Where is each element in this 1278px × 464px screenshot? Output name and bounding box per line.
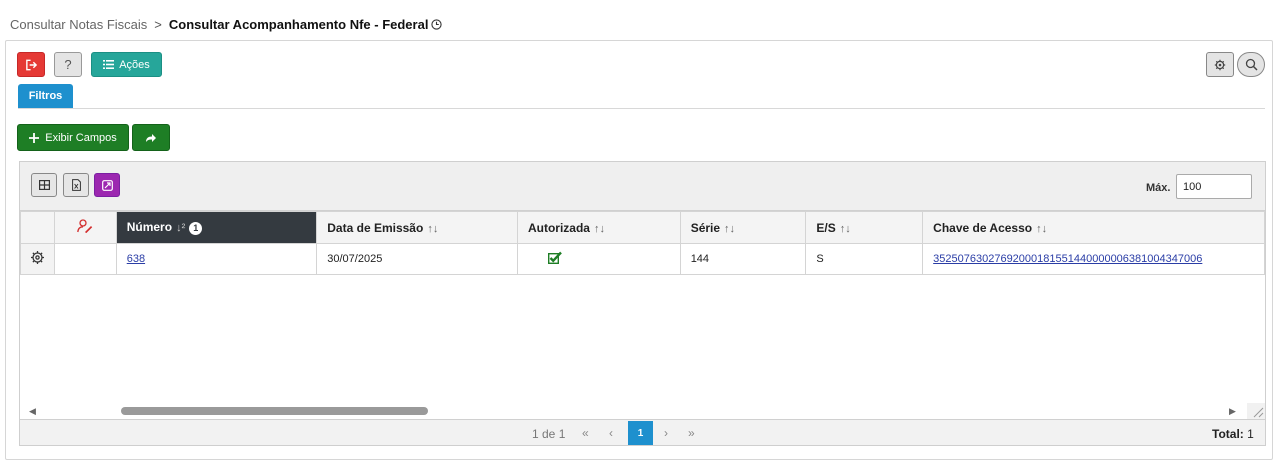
search-icon <box>1245 58 1258 71</box>
sort-icon[interactable]: ↑↓ <box>427 223 438 235</box>
header-es-label: E/S <box>816 220 836 235</box>
tab-filtros[interactable]: Filtros <box>18 84 73 108</box>
header-chave[interactable]: Chave de Acesso ↑↓ <box>922 211 1265 244</box>
scrollbar-thumb[interactable] <box>121 407 428 415</box>
header-actions <box>20 211 55 244</box>
pagination-bar: 1 de 1 « ‹ 1 › » Total: 1 <box>20 419 1265 445</box>
expand-button[interactable] <box>94 173 120 197</box>
total-value: 1 <box>1247 427 1254 441</box>
numero-link[interactable]: 638 <box>127 253 145 265</box>
gear-icon <box>1214 59 1226 70</box>
cell-serie: 144 <box>679 243 807 275</box>
search-button[interactable] <box>1237 52 1265 77</box>
list-icon <box>103 60 115 69</box>
column-layout-button[interactable] <box>31 173 57 197</box>
table-row: 638 30/07/2025 144 S 3525076302769200018… <box>20 243 1265 275</box>
scroll-left-icon[interactable]: ◀ <box>29 406 36 417</box>
sort-ascending-icon[interactable]: ↓² <box>176 222 185 234</box>
header-autorizada-label: Autorizada <box>527 220 590 235</box>
tab-divider <box>18 108 1265 109</box>
page-info: 1 de 1 <box>532 427 566 441</box>
exit-icon <box>25 59 37 70</box>
max-label: Máx. <box>1146 182 1171 194</box>
sort-icon[interactable]: ↑↓ <box>840 223 851 235</box>
current-page-button[interactable]: 1 <box>628 421 653 445</box>
export-excel-button[interactable] <box>63 173 89 197</box>
horizontal-scrollbar[interactable]: ◀ ▶ <box>20 403 1265 419</box>
acoes-button[interactable]: Ações <box>91 52 162 77</box>
cell-es: S <box>805 243 924 275</box>
sort-icon[interactable]: ↑↓ <box>594 223 605 235</box>
expand-icon <box>101 179 113 191</box>
header-serie-label: Série <box>690 220 721 235</box>
gear-icon[interactable] <box>30 250 45 265</box>
first-page-button[interactable]: « <box>582 426 589 440</box>
row-user-cell <box>53 243 117 275</box>
data-grid: Máx. Nú <box>19 161 1266 446</box>
share-icon <box>146 133 156 142</box>
header-chave-label: Chave de Acesso <box>933 220 1033 235</box>
sort-icon[interactable]: ↑↓ <box>724 223 735 235</box>
cell-data-emissao: 30/07/2025 <box>316 243 518 275</box>
total-label: Total: <box>1212 427 1244 441</box>
clock-icon[interactable] <box>431 19 443 30</box>
sort-order-badge: 1 <box>189 221 203 235</box>
share-button[interactable] <box>132 124 170 151</box>
acoes-label: Ações <box>119 58 150 71</box>
checked-checkbox-icon <box>547 251 562 265</box>
help-button[interactable]: ? <box>54 52 82 77</box>
header-numero-label: Número <box>126 220 173 235</box>
exit-button[interactable] <box>17 52 45 77</box>
header-user[interactable] <box>53 211 117 244</box>
sort-icon[interactable]: ↑↓ <box>1036 223 1047 235</box>
exibir-campos-label: Exibir Campos <box>45 131 117 144</box>
total-count: Total: 1 <box>1212 427 1254 441</box>
breadcrumb: Consultar Notas Fiscais > Consultar Acom… <box>10 17 443 32</box>
user-edit-icon <box>77 219 93 234</box>
prev-page-button[interactable]: ‹ <box>609 426 613 440</box>
breadcrumb-parent[interactable]: Consultar Notas Fiscais <box>10 17 147 32</box>
cell-autorizada <box>516 243 681 275</box>
header-data-emissao[interactable]: Data de Emissão ↑↓ <box>316 211 518 244</box>
main-panel: ? Ações Filtros Exibir Campos Máx. 100 N… <box>5 40 1273 460</box>
page-title: Consultar Acompanhamento Nfe - Federal <box>168 17 429 32</box>
chave-link[interactable]: 3525076302769200018155144000000638100434… <box>933 253 1202 265</box>
settings-button[interactable] <box>1206 52 1234 77</box>
grid-icon <box>38 180 50 190</box>
cell-chave: 3525076302769200018155144000000638100434… <box>922 243 1265 275</box>
last-page-button[interactable]: » <box>688 426 695 440</box>
header-numero[interactable]: Número ↓² 1 <box>115 211 318 244</box>
header-autorizada[interactable]: Autorizada ↑↓ <box>516 211 681 244</box>
header-es[interactable]: E/S ↑↓ <box>805 211 924 244</box>
next-page-button[interactable]: › <box>664 426 668 440</box>
breadcrumb-separator: > <box>154 17 162 32</box>
grid-toolbar: Máx. <box>20 162 1265 211</box>
cell-numero: 638 <box>115 243 318 275</box>
excel-file-icon <box>71 179 81 191</box>
max-input[interactable] <box>1176 174 1252 199</box>
table-header-row: Número ↓² 1 Data de Emissão ↑↓ Autorizada ↑↓… <box>20 211 1265 244</box>
resize-handle-icon[interactable] <box>1247 403 1265 419</box>
header-serie[interactable]: Série ↑↓ <box>679 211 807 244</box>
row-settings-cell[interactable] <box>20 243 55 275</box>
results-table: Número ↓² 1 Data de Emissão ↑↓ Autorizada ↑↓… <box>20 211 1265 275</box>
exibir-campos-button[interactable]: Exibir Campos <box>17 124 129 151</box>
header-data-emissao-label: Data de Emissão <box>327 220 424 235</box>
plus-icon <box>29 132 40 143</box>
scroll-right-icon[interactable]: ▶ <box>1229 406 1236 417</box>
